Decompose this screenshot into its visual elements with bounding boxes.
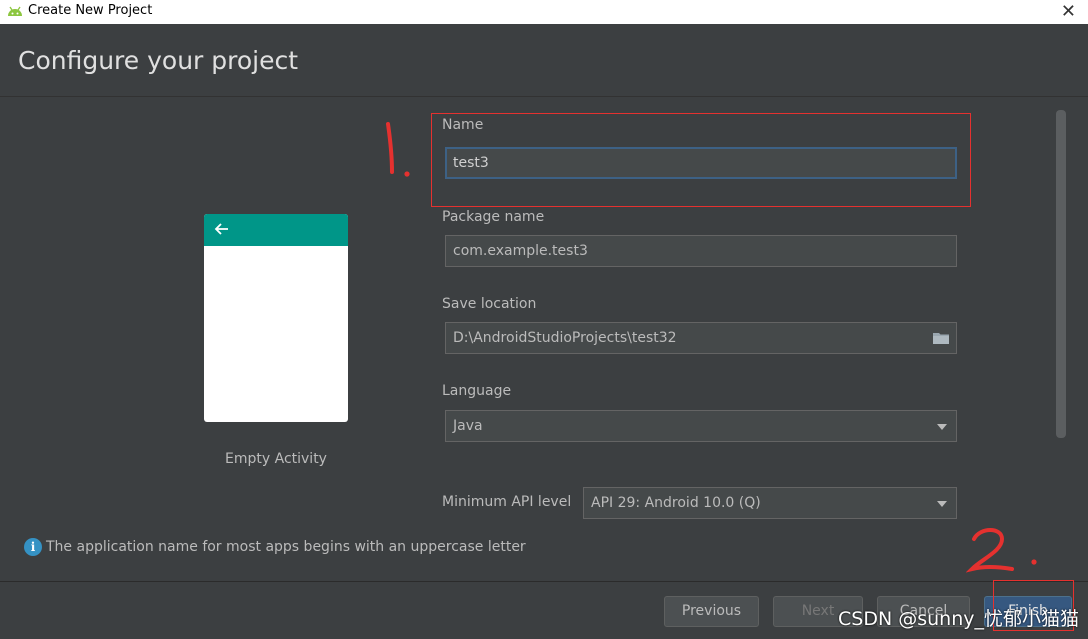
window-titlebar: Create New Project ✕ xyxy=(0,0,1088,24)
watermark: CSDN @sunny_忧郁小猫猫 xyxy=(838,608,1079,630)
annotation-mark-2 xyxy=(966,528,1037,573)
package-label: Package name xyxy=(442,209,545,225)
scrollbar-thumb[interactable] xyxy=(1056,110,1066,438)
activity-preview xyxy=(204,214,348,422)
language-label: Language xyxy=(442,383,512,399)
header-divider xyxy=(0,96,1088,97)
window-title: Create New Project xyxy=(28,3,153,18)
close-icon[interactable]: ✕ xyxy=(1061,0,1076,24)
preview-appbar xyxy=(204,214,348,246)
save-location-label: Save location xyxy=(442,296,537,312)
min-api-select[interactable]: API 29: Android 10.0 (Q) xyxy=(583,487,957,519)
back-arrow-icon xyxy=(214,223,228,235)
template-name: Empty Activity xyxy=(225,451,327,467)
min-api-value: API 29: Android 10.0 (Q) xyxy=(591,495,761,511)
android-icon xyxy=(8,6,22,16)
info-message: i The application name for most apps begi… xyxy=(24,538,526,556)
annotation-box-name xyxy=(431,113,971,207)
package-name-field[interactable]: com.example.test3 xyxy=(445,235,957,267)
save-location-field[interactable]: D:\AndroidStudioProjects\test32 xyxy=(445,322,957,354)
annotation-mark-1 xyxy=(386,122,410,177)
chevron-down-icon xyxy=(937,424,947,430)
language-value: Java xyxy=(453,418,483,434)
info-text: The application name for most apps begin… xyxy=(46,539,526,555)
footer-divider xyxy=(0,581,1088,582)
info-icon: i xyxy=(24,538,42,556)
folder-icon[interactable] xyxy=(932,331,950,345)
save-location-value: D:\AndroidStudioProjects\test32 xyxy=(453,330,677,346)
previous-button[interactable]: Previous xyxy=(664,596,759,627)
page-title: Configure your project xyxy=(18,46,299,75)
language-select[interactable]: Java xyxy=(445,410,957,442)
min-api-label: Minimum API level xyxy=(442,494,572,510)
chevron-down-icon xyxy=(937,501,947,507)
